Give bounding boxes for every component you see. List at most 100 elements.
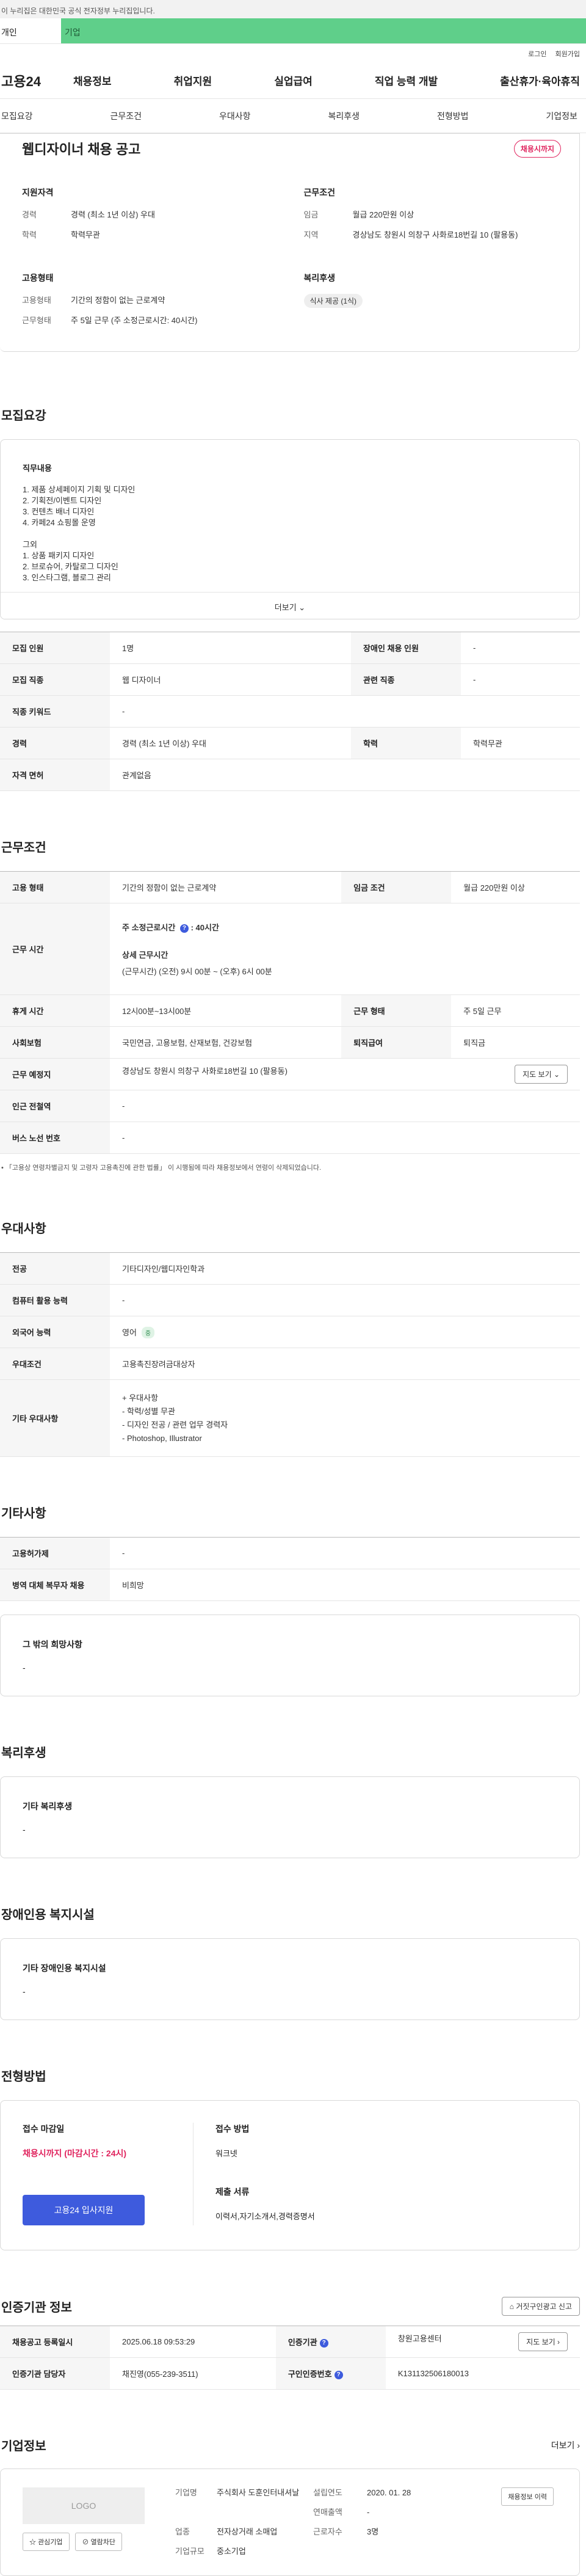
cell-value: 채진영(055-239-3511) xyxy=(110,2357,276,2390)
info-icon[interactable]: ? xyxy=(179,924,189,933)
login-link[interactable]: 로그인 xyxy=(528,49,546,62)
cell-label: 인근 전철역 xyxy=(0,1090,110,1122)
table-row: 인증기관 담당자 채진영(055-239-3511) 구인인증번호? K1311325… xyxy=(0,2357,580,2390)
table-row: 경력 경력 (최소 1년 이상) 우대 학력 학력무관 xyxy=(0,727,580,759)
cell-label: 직종 키워드 xyxy=(0,695,110,728)
company-name-value: 주식회사 도훈인터내셔날 xyxy=(217,2488,300,2497)
tab-recruit[interactable]: 모집요강 xyxy=(1,110,33,122)
map-view-button[interactable]: 지도 보기 ⌄ xyxy=(515,1065,568,1084)
section-title-pref: 우대사항 xyxy=(1,1222,46,1236)
cell-value: - xyxy=(461,632,580,664)
cert-no-label: 구인인증번호? xyxy=(275,2357,386,2390)
signup-link[interactable]: 회원가입 xyxy=(555,49,580,62)
persona-individual[interactable]: 개인 xyxy=(0,18,61,43)
table-row: 자격 면허 관계없음 xyxy=(0,759,580,791)
section-title-etc: 기타사항 xyxy=(1,1507,46,1520)
table-row: 휴게 시간 12시00분~13시00분 근무 형태 주 5일 근무 xyxy=(0,994,580,1027)
company-sales-label: 연매출액 xyxy=(313,2508,342,2517)
cell-value: - xyxy=(461,663,580,696)
info-icon[interactable]: ? xyxy=(319,2338,328,2348)
tab-company[interactable]: 기업정보 xyxy=(546,110,577,122)
cell-value: 국민연금, 고용보험, 산재보험, 건강보험 xyxy=(110,1026,342,1059)
site-logo[interactable]: 고용24 xyxy=(0,71,73,90)
info-icon[interactable]: ? xyxy=(334,2370,343,2379)
more-button[interactable]: 더보기 ⌄ xyxy=(1,592,579,619)
tab-work[interactable]: 근무조건 xyxy=(110,110,142,122)
job-summary-card: 웹디자이너 채용 공고 채용시까지 지원자격 경력 경력 (최소 1년 이상) 우… xyxy=(0,133,580,352)
summary-career-value: 경력 (최소 1년 이상) 우대 xyxy=(71,210,155,219)
recruit-table: 모집 인원 1명 장애인 채용 인원 - 모집 직종 웹 디자이너 관련 직종 - 직종 키… xyxy=(0,632,580,791)
disabled-value: - xyxy=(23,1987,26,1996)
duty-label: 직무내용 xyxy=(23,464,52,473)
company-ind-value: 전자상거래 소매업 xyxy=(217,2527,278,2536)
method-card: 접수 마감일 채용시까지 (마감시간 : 24시) 고용24 입사지원 접수 방… xyxy=(0,2100,580,2250)
section-title-disabled: 장애인용 복지시설 xyxy=(1,1908,95,1922)
block-view-button[interactable]: ⊘ 열람차단 xyxy=(75,2533,122,2551)
cell-value: 웹 디자이너 xyxy=(110,663,352,696)
cell-value: - xyxy=(110,1284,580,1316)
cell-value: 기간의 정함이 없는 근로계약 xyxy=(110,871,342,903)
summary-welfare: 복리후생 식사 제공 (1식) xyxy=(303,272,562,334)
lang-cell: 영어 중 xyxy=(110,1316,580,1348)
benefit-label: 기타 복리후생 xyxy=(23,1801,73,1811)
persona-company[interactable]: 기업 xyxy=(61,18,586,43)
gnb-item-employment-support[interactable]: 취업지원 xyxy=(174,73,212,88)
table-row: 채용공고 등록일시 2025.06.18 09:53:29 인증기관? 창원고용센터 지… xyxy=(0,2326,580,2358)
cell-label: 컴퓨터 활용 능력 xyxy=(0,1284,110,1316)
deadline-value: 채용시까지 (마감시간 : 24시) xyxy=(23,2148,127,2158)
cell-label: 장애인 채용 인원 xyxy=(351,632,461,664)
work-table: 고용 형태 기간의 정함이 없는 근로계약 임금 조건 월급 220만원 이상 근무 … xyxy=(0,871,580,1154)
cell-label: 근무 예정지 xyxy=(0,1058,110,1090)
section-title-recruit: 모집요강 xyxy=(1,409,46,423)
cell-value: 주 5일 근무 xyxy=(451,994,580,1027)
cell-value: 월급 220만원 이상 xyxy=(451,871,580,903)
company-logo: LOGO xyxy=(23,2487,145,2524)
section-title-method: 전형방법 xyxy=(1,2070,46,2084)
hope-value: - xyxy=(23,1663,26,1673)
tab-pref[interactable]: 우대사항 xyxy=(219,110,251,122)
cell-label: 외국어 능력 xyxy=(0,1316,110,1348)
gnb-item-leave[interactable]: 출산휴가·육아휴직 xyxy=(500,73,580,88)
how-value: 워크넷 xyxy=(215,2149,237,2158)
table-row: 기타 우대사항 + 우대사항 - 학력/성별 무관 - 디자인 전공 / 관련 업… xyxy=(0,1379,580,1457)
cell-value: 경력 (최소 1년 이상) 우대 xyxy=(110,727,352,759)
gnb-item-unemployment[interactable]: 실업급여 xyxy=(274,73,313,88)
table-row: 병역 대체 복무자 채용 비희망 xyxy=(0,1569,580,1601)
cell-value: K131132506180013 xyxy=(385,2357,580,2390)
section-title-work: 근무조건 xyxy=(1,841,46,855)
company-info: 기업명 주식회사 도훈인터내셔날 설립연도 2020. 01. 28 연매출액 - 업… xyxy=(175,2487,458,2557)
cell-value: - xyxy=(110,695,580,728)
report-fake-ad-button[interactable]: ⌂ 거짓구인광고 신고 xyxy=(501,2297,580,2316)
cell-label: 우대조건 xyxy=(0,1348,110,1380)
cell-label: 전공 xyxy=(0,1252,110,1285)
cell-label: 학력 xyxy=(351,727,461,759)
hiring-history-button[interactable]: 채용정보 이력 xyxy=(501,2487,554,2506)
cell-value: - xyxy=(110,1122,580,1154)
tab-method[interactable]: 전형방법 xyxy=(437,110,469,122)
section-tabs: 모집요강 근무조건 우대사항 복리후생 전형방법 기업정보 xyxy=(0,99,586,133)
more-label: 더보기 xyxy=(274,603,297,612)
cert-map-button[interactable]: 지도 보기 › xyxy=(518,2332,568,2351)
favorite-company-button[interactable]: ☆ 관심기업 xyxy=(23,2533,70,2551)
status-badge: 채용시까지 xyxy=(513,139,561,158)
work-time-cell: 주 소정근로시간 ? : 40시간 상세 근무시간 (근무시간) (오전) 9시… xyxy=(110,903,580,995)
cell-label: 퇴직급여 xyxy=(341,1026,452,1059)
table-row: 모집 직종 웹 디자이너 관련 직종 - xyxy=(0,663,580,696)
apply-button[interactable]: 고용24 입사지원 xyxy=(23,2195,145,2225)
company-more-link[interactable]: 더보기 › xyxy=(551,2439,580,2451)
company-ind-label: 업종 xyxy=(175,2527,190,2536)
tab-benefit[interactable]: 복리후생 xyxy=(328,110,360,122)
time-total-value: : 40시간 xyxy=(190,923,219,932)
table-row: 버스 노선 번호 - xyxy=(0,1122,580,1154)
cell-label: 고용허가제 xyxy=(0,1537,110,1569)
cert-org-value: 창원고용센터 xyxy=(397,2334,442,2343)
cell-label: 휴게 시간 xyxy=(0,994,110,1027)
cert-org-label: 인증기관? xyxy=(275,2326,386,2358)
summary-region-value: 경상남도 창원시 의창구 사화로18번길 10 (팔용동) xyxy=(352,230,518,239)
gnb-item-training[interactable]: 직업 능력 개발 xyxy=(375,73,438,88)
summary-workform-value: 주 5일 근무 (주 소정근로시간: 40시간) xyxy=(71,316,198,325)
cell-label: 병역 대체 복무자 채용 xyxy=(0,1569,110,1601)
disabled-label: 기타 장애인용 복지시설 xyxy=(23,1963,106,1973)
gnb-item-jobs[interactable]: 채용정보 xyxy=(73,73,112,88)
work-place-value: 경상남도 창원시 의창구 사화로18번길 10 (팔용동) xyxy=(122,1067,288,1076)
